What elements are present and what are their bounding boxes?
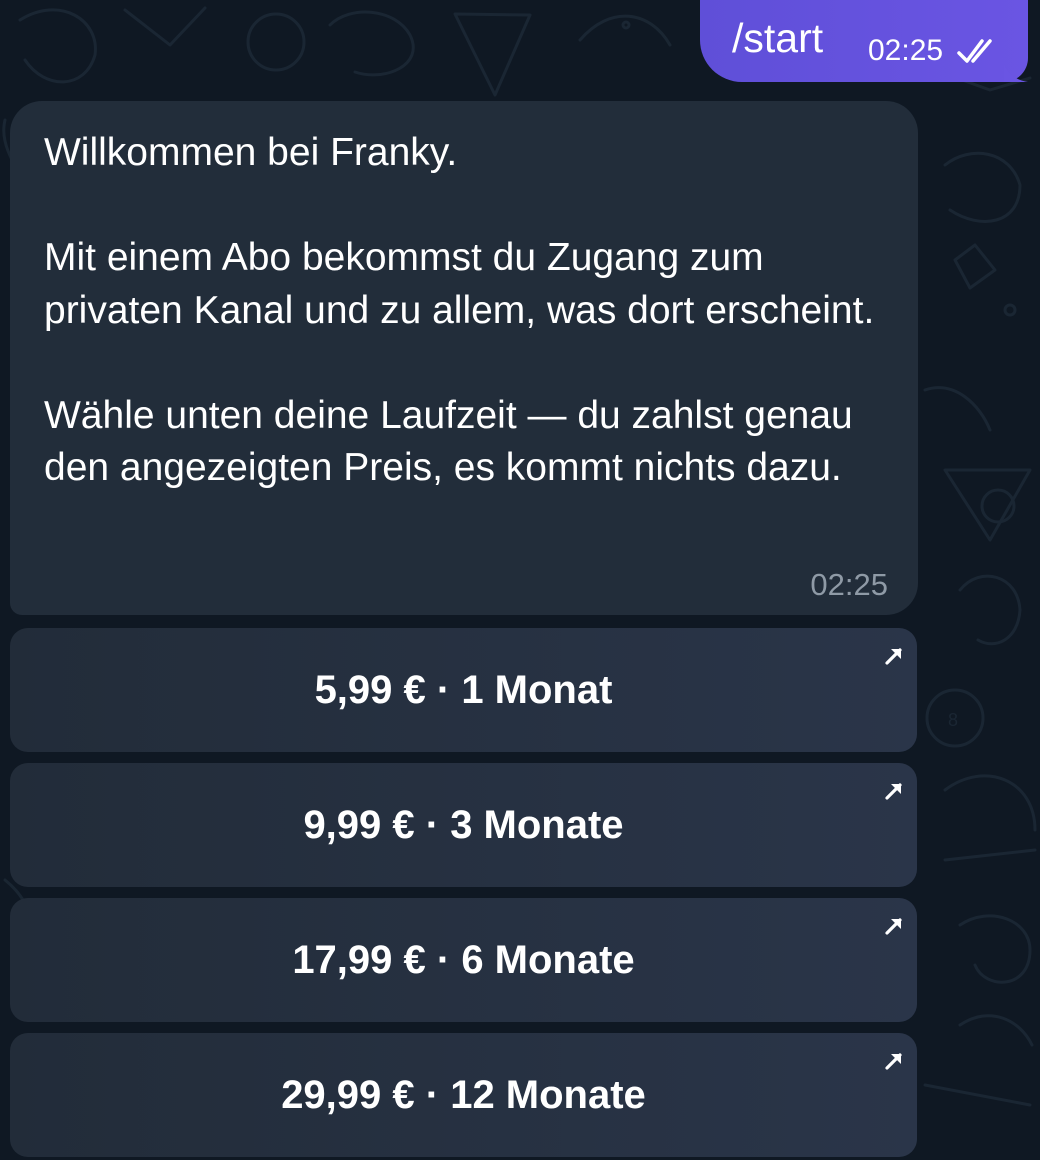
outgoing-message-time: 02:25: [868, 34, 944, 67]
subscription-button-1-month[interactable]: 5,99 € · 1 Monat: [10, 628, 917, 752]
subscription-button-label: 5,99 € · 1 Monat: [314, 668, 613, 712]
bubble-tail-icon: [1004, 64, 1028, 82]
subscription-button-12-months[interactable]: 29,99 € · 12 Monate: [10, 1033, 917, 1157]
external-link-arrow-icon: [885, 783, 902, 800]
subscription-button-label: 17,99 € · 6 Monate: [292, 938, 635, 982]
svg-text:8: 8: [948, 710, 958, 730]
external-link-arrow-icon: [885, 648, 902, 665]
external-link-arrow-icon: [885, 1053, 902, 1070]
incoming-message-text: Willkommen bei Franky. Mit einem Abo bek…: [44, 131, 875, 489]
incoming-message-time: 02:25: [810, 567, 888, 602]
subscription-button-label: 29,99 € · 12 Monate: [281, 1073, 646, 1117]
subscription-button-label: 9,99 € · 3 Monate: [303, 803, 624, 847]
external-link-arrow-icon: [885, 918, 902, 935]
outgoing-message-bubble[interactable]: /start 02:25: [700, 0, 1028, 82]
subscription-button-3-months[interactable]: 9,99 € · 3 Monate: [10, 763, 917, 887]
incoming-message-bubble[interactable]: Willkommen bei Franky. Mit einem Abo bek…: [10, 101, 918, 615]
subscription-button-6-months[interactable]: 17,99 € · 6 Monate: [10, 898, 917, 1022]
double-check-icon: [957, 39, 992, 63]
outgoing-message-text: /start: [732, 15, 824, 61]
